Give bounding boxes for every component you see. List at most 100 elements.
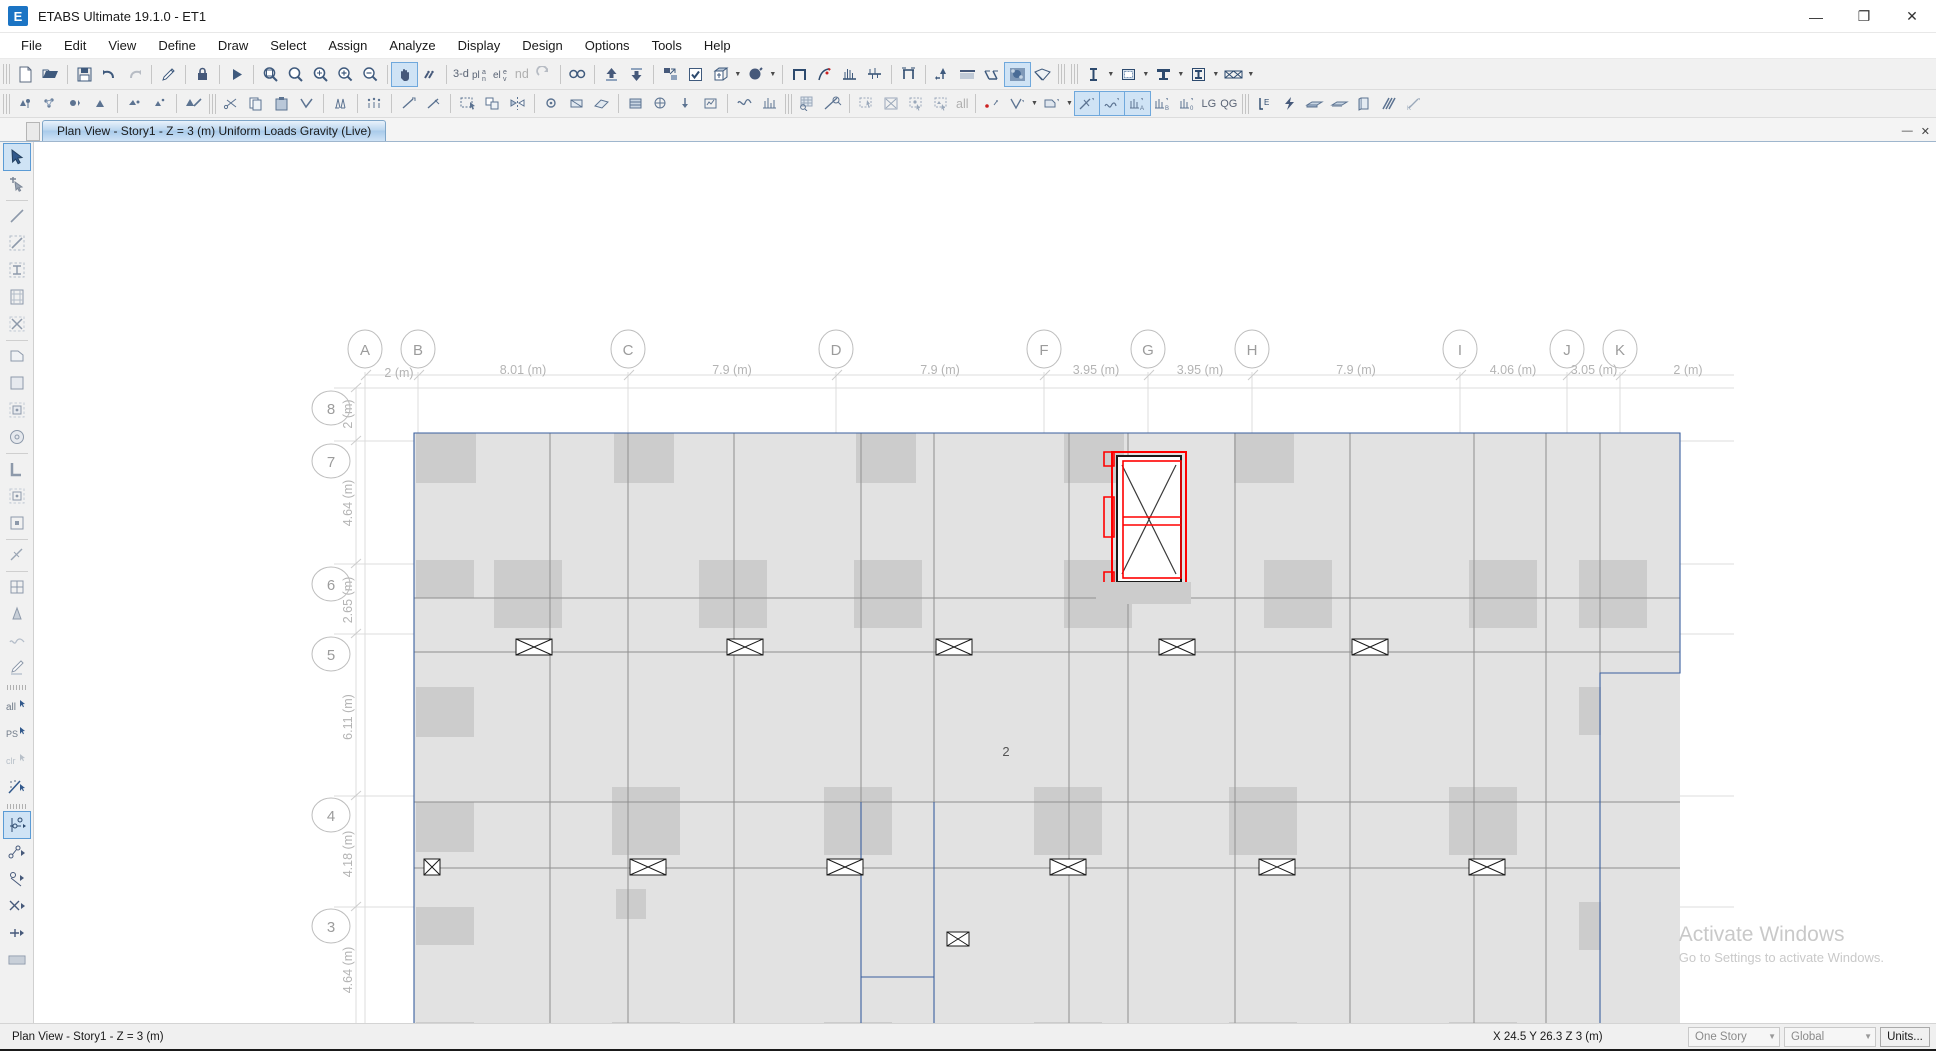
text-cursor-icon[interactable] (1081, 63, 1106, 86)
extrude-view-icon[interactable] (708, 63, 733, 86)
zoom-full-icon[interactable] (308, 63, 333, 86)
select-window-icon[interactable] (854, 92, 879, 115)
shadow-view-icon[interactable] (743, 63, 768, 86)
cut-icon[interactable] (219, 92, 244, 115)
select-previous-icon[interactable] (904, 92, 929, 115)
i-section-icon[interactable] (1186, 63, 1211, 86)
maximize-button[interactable]: ❐ (1840, 0, 1888, 33)
tab-close-button[interactable]: ✕ (1921, 125, 1930, 138)
quick-draw-area-icon[interactable] (4, 397, 30, 423)
show-loads-zero-icon[interactable]: 0 (1175, 92, 1200, 115)
area-section-icon[interactable] (1116, 63, 1141, 86)
draw-grid-icon[interactable] (4, 574, 30, 600)
divide-frames-icon[interactable] (362, 92, 387, 115)
assign-frame-icon[interactable] (564, 92, 589, 115)
draw-wall-icon[interactable] (4, 456, 30, 482)
shear-diagram-icon[interactable] (862, 63, 887, 86)
toolbar2-grip[interactable] (3, 93, 10, 114)
select-invert-icon[interactable] (929, 92, 954, 115)
snap-grid-icon[interactable] (38, 92, 63, 115)
modal-case-icon[interactable] (732, 92, 757, 115)
pier-label-icon[interactable] (1277, 92, 1302, 115)
deselect-all-icon[interactable] (879, 92, 904, 115)
snap-mid-sidebar-icon[interactable] (4, 866, 30, 892)
brace-section-chevron-down-icon[interactable]: ▼ (1246, 71, 1256, 78)
snap-perpendicular-icon[interactable] (147, 92, 172, 115)
text-cursor-chevron-down-icon[interactable]: ▼ (1106, 71, 1116, 78)
show-loads-b-icon[interactable]: B (1150, 92, 1175, 115)
clear-display-icon[interactable]: K (1402, 92, 1427, 115)
lg-button[interactable]: LG (1200, 98, 1219, 110)
plan-view-icon[interactable]: pl a n (471, 63, 492, 86)
grid-zoom-icon[interactable] (795, 92, 820, 115)
plan-view-canvas[interactable]: .gl { stroke:#dcdcdc; stroke-width:1; } … (34, 142, 1936, 1023)
minimize-button[interactable]: — (1792, 0, 1840, 33)
run-analysis-icon[interactable] (224, 63, 249, 86)
snap-point-sidebar-icon[interactable] (4, 839, 30, 865)
select-pointer-icon[interactable] (2, 143, 31, 171)
menu-design[interactable]: Design (511, 35, 573, 56)
mesh-area-icon[interactable] (328, 92, 353, 115)
load-pattern-icon[interactable] (673, 92, 698, 115)
draw-line-icon[interactable] (4, 203, 30, 229)
named-view-button[interactable]: nd (513, 67, 531, 81)
select-by-line-icon[interactable] (4, 774, 30, 800)
measure-icon[interactable] (820, 92, 845, 115)
moment-diagram-icon[interactable] (837, 63, 862, 86)
menu-display[interactable]: Display (447, 35, 512, 56)
select-all-label[interactable]: all (954, 97, 971, 111)
draw-wave-icon[interactable] (4, 628, 30, 654)
deformed-shape-icon[interactable] (812, 63, 837, 86)
show-springs-icon[interactable] (1098, 91, 1126, 116)
brace-section-icon[interactable] (1221, 63, 1246, 86)
draw-point-load-icon[interactable] (4, 601, 30, 627)
ribbed-slab-icon[interactable] (1327, 92, 1352, 115)
merge-icon[interactable] (294, 92, 319, 115)
support-reactions-icon[interactable] (896, 63, 921, 86)
menu-options[interactable]: Options (574, 35, 641, 56)
units-button[interactable]: Units... (1880, 1026, 1930, 1047)
line-load-icon[interactable] (980, 63, 1005, 86)
menu-analyze[interactable]: Analyze (378, 35, 446, 56)
toolbar-grip-2[interactable] (1057, 64, 1065, 84)
select-all-sidebar-icon[interactable]: all (4, 693, 30, 719)
view-3d-button[interactable]: 3-d (451, 68, 471, 80)
draw-annotation-icon[interactable] (4, 655, 30, 681)
select-all-icon[interactable] (455, 92, 480, 115)
quick-draw-beam-icon[interactable] (4, 230, 30, 256)
toolbar2-grip-3[interactable] (785, 93, 792, 114)
close-button[interactable]: ✕ (1888, 0, 1936, 33)
zoom-previous-icon[interactable] (283, 63, 308, 86)
plan-drawing[interactable]: .gl { stroke:#dcdcdc; stroke-width:1; } … (34, 142, 1936, 1023)
frame-member-icon[interactable] (787, 63, 812, 86)
slab-object-icon[interactable] (1302, 92, 1327, 115)
menu-view[interactable]: View (97, 35, 147, 56)
snap-perp-sidebar-icon[interactable] (4, 893, 30, 919)
snap-intersection-icon[interactable] (122, 92, 147, 115)
sidebar-grip[interactable] (6, 685, 27, 690)
assign-joint-icon[interactable] (539, 92, 564, 115)
sidebar-grip-2[interactable] (6, 804, 27, 809)
snap-midpoint-icon[interactable] (63, 92, 88, 115)
material-icon[interactable] (623, 92, 648, 115)
zoom-window-icon[interactable] (258, 63, 283, 86)
draw-opening-icon[interactable] (4, 510, 30, 536)
redo-icon[interactable] (122, 63, 147, 86)
draw-column-icon[interactable] (4, 257, 30, 283)
save-icon[interactable] (72, 63, 97, 86)
copy-icon[interactable] (244, 92, 269, 115)
snap-endpoint-icon[interactable] (88, 92, 113, 115)
tab-plan-view[interactable]: Plan View - Story1 - Z = 3 (m) Uniform L… (42, 120, 387, 141)
area-object-chevron-down-icon[interactable]: ▼ (1065, 100, 1075, 107)
paste-icon[interactable] (269, 92, 294, 115)
draw-poly-area-icon[interactable] (4, 343, 30, 369)
i-section-chevron-down-icon[interactable]: ▼ (1211, 71, 1221, 78)
story-down-icon[interactable] (624, 63, 649, 86)
zoom-in-icon[interactable] (333, 63, 358, 86)
show-loads-icon[interactable] (1003, 61, 1031, 87)
section-cut-icon[interactable]: E (1252, 92, 1277, 115)
coordinate-system-select[interactable]: Global ▼ (1784, 1026, 1876, 1047)
mirror-icon[interactable] (505, 92, 530, 115)
clear-selection-icon[interactable]: clr (4, 747, 30, 773)
load-case-icon[interactable] (698, 92, 723, 115)
